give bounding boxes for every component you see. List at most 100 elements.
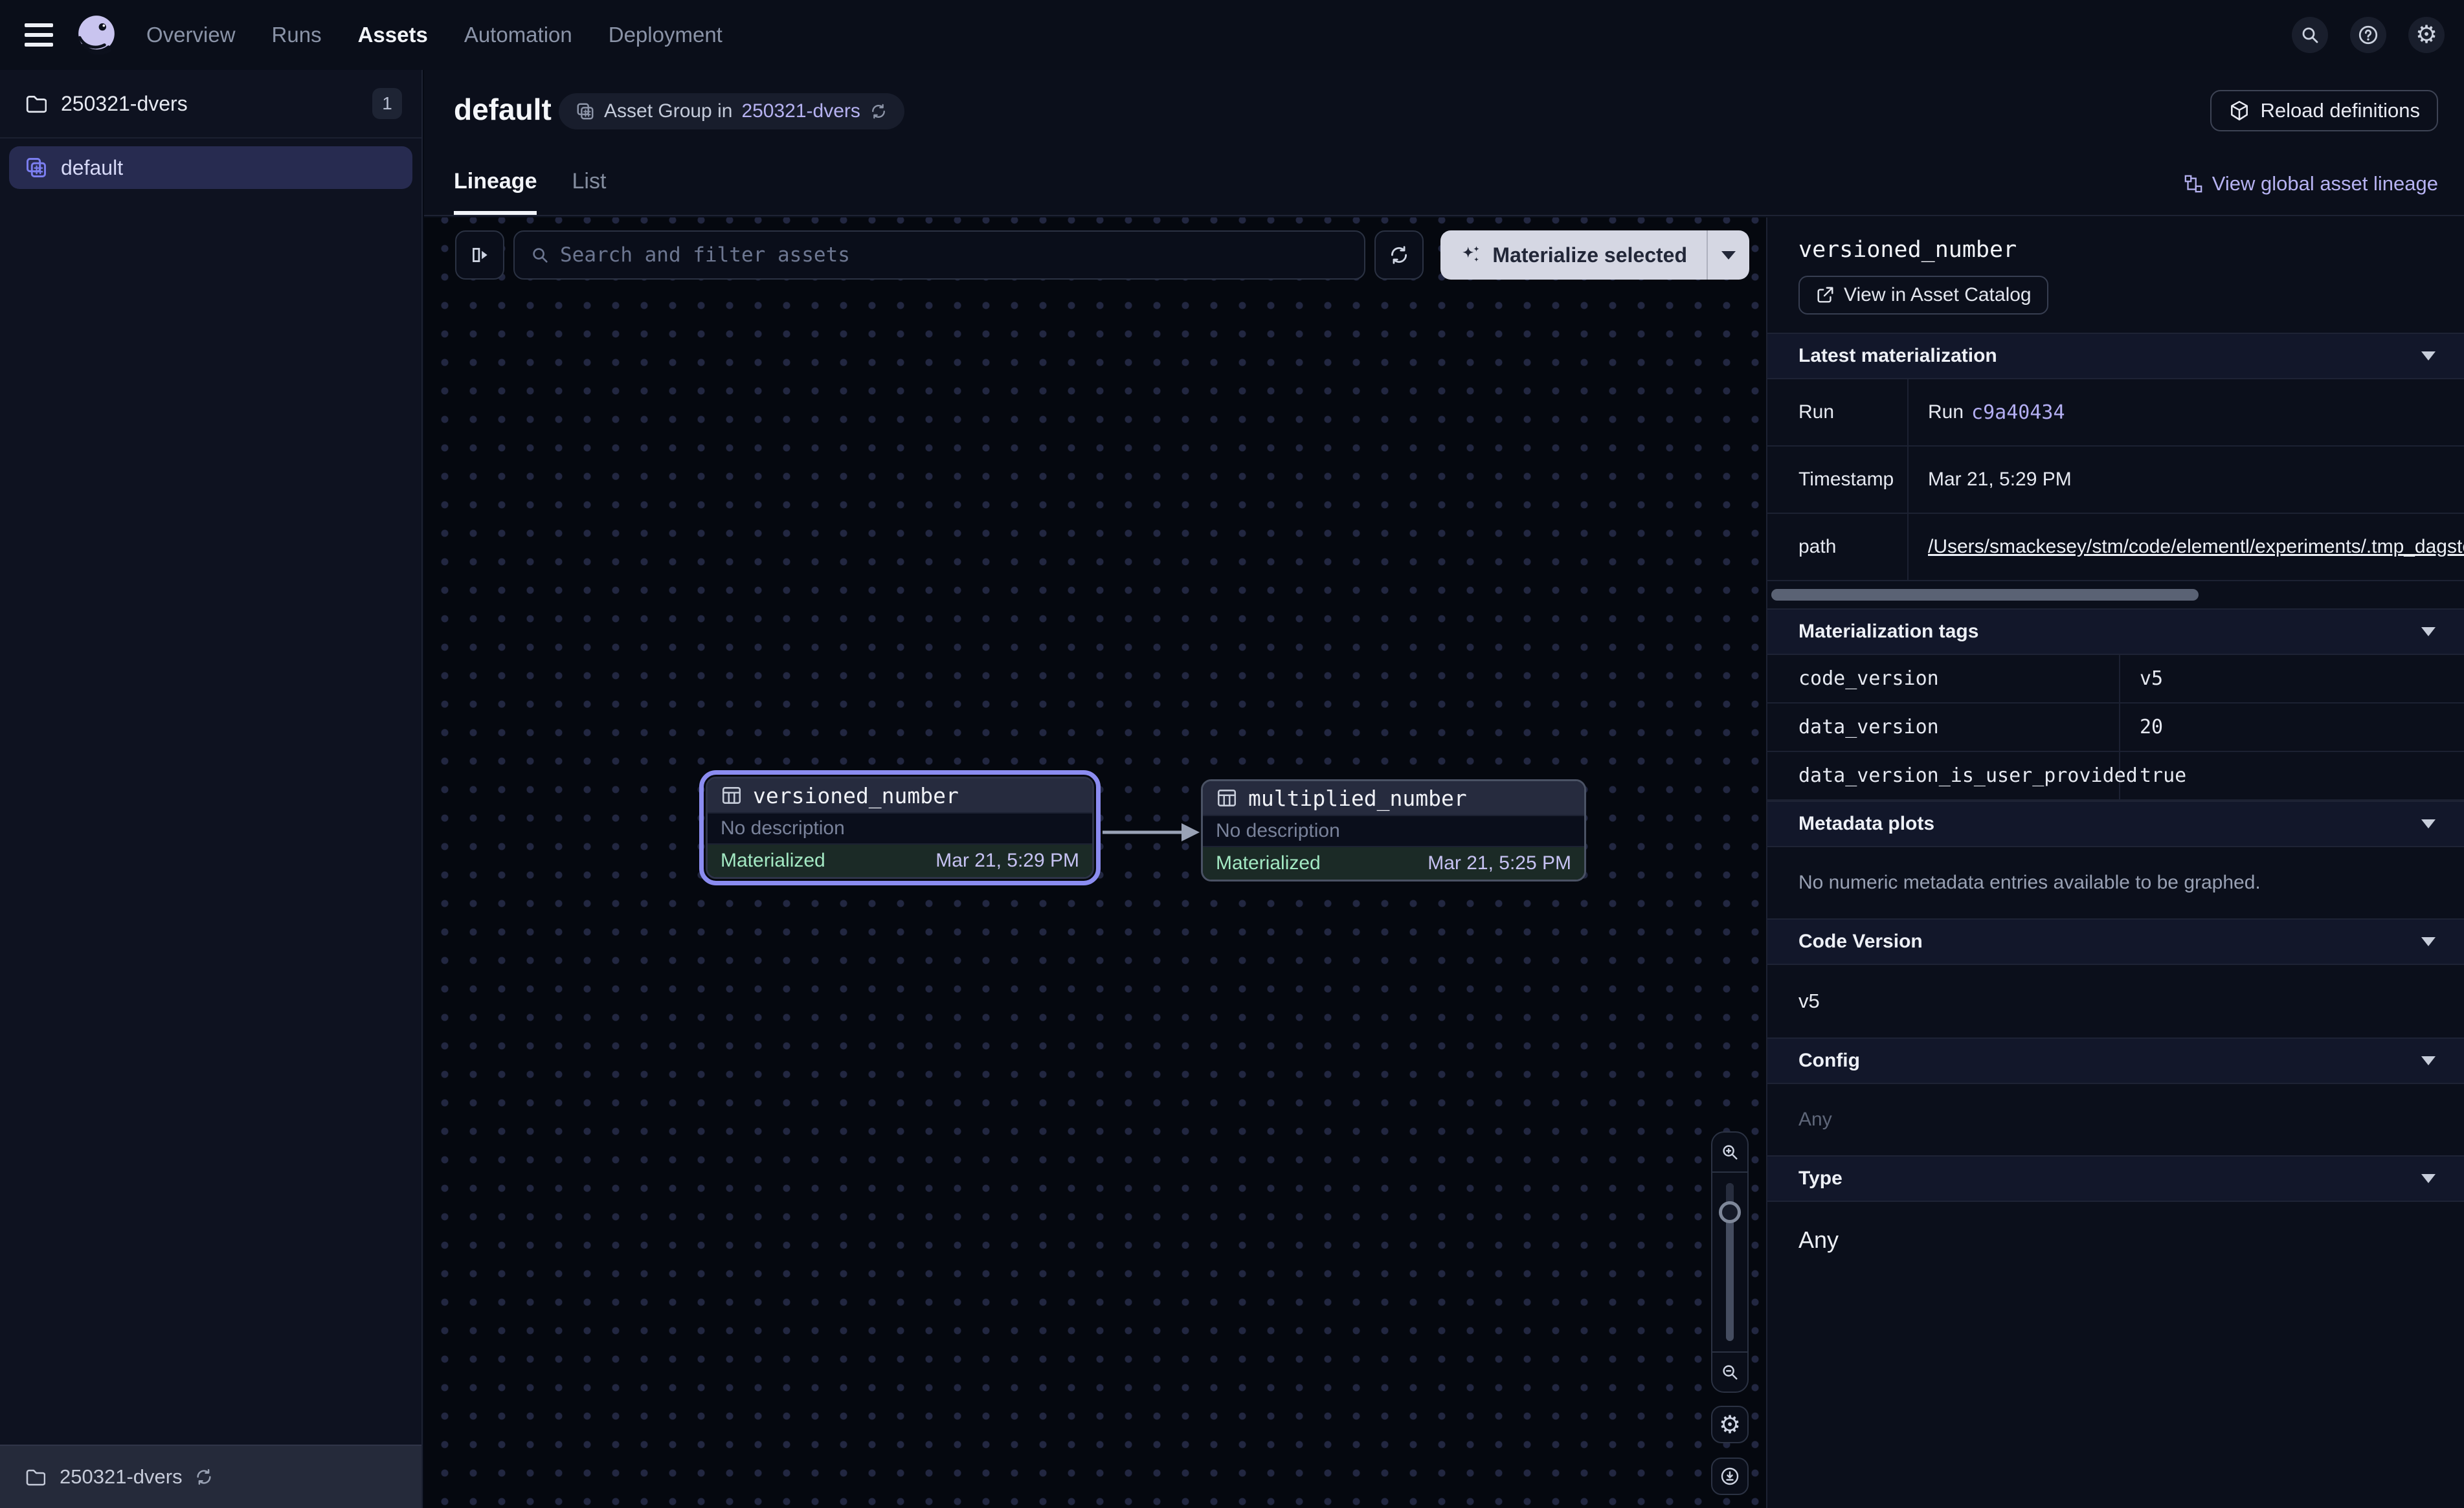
external-link-icon	[1815, 285, 1835, 305]
nav-item-overview[interactable]: Overview	[146, 23, 236, 47]
zoom-out-button[interactable]	[1712, 1353, 1747, 1392]
dagster-logo[interactable]	[75, 14, 118, 56]
asset-search-box	[513, 230, 1365, 280]
zoom-slider-thumb[interactable]	[1719, 1201, 1741, 1223]
refresh-graph-button[interactable]	[1374, 230, 1424, 280]
section-heading: Config	[1798, 1050, 1860, 1072]
page-title: default	[454, 92, 552, 127]
materialized-status: Materialized	[721, 850, 825, 872]
group-count-badge: 1	[372, 88, 402, 119]
config-value: Any	[1798, 1109, 1832, 1130]
settings-button[interactable]: ⚙	[2408, 17, 2445, 53]
section-header-type[interactable]: Type	[1767, 1155, 2464, 1202]
asset-group-badge: Asset Group in 250321-dvers	[559, 93, 904, 129]
section-heading: Code Version	[1798, 931, 1923, 953]
table-row: data_version 20	[1767, 704, 2464, 752]
section-header-code-version[interactable]: Code Version	[1767, 918, 2464, 965]
materialize-selected-button[interactable]: Materialize selected	[1440, 230, 1749, 280]
help-button[interactable]	[2350, 17, 2386, 53]
main-content: default Asset Group in 250321-dvers Relo…	[424, 70, 2464, 1508]
table-row: code_version v5	[1767, 655, 2464, 704]
code-version-value: v5	[1798, 990, 1820, 1012]
top-navigation-bar: Overview Runs Assets Automation Deployme…	[0, 0, 2464, 70]
section-heading: Metadata plots	[1798, 813, 1934, 835]
asset-detail-title: versioned_number	[1798, 237, 2464, 263]
zoom-control-panel	[1711, 1131, 1749, 1393]
asset-node-description: No description	[708, 812, 1092, 845]
run-prefix: Run	[1928, 401, 1964, 423]
nav-item-deployment[interactable]: Deployment	[609, 23, 722, 47]
view-in-asset-catalog-button[interactable]: View in Asset Catalog	[1798, 276, 2048, 315]
zoom-out-icon	[1720, 1362, 1740, 1382]
refresh-icon[interactable]	[194, 1467, 214, 1487]
tab-list[interactable]: List	[572, 169, 606, 215]
badge-repo-link[interactable]: 250321-dvers	[741, 100, 860, 122]
refresh-icon[interactable]	[869, 102, 888, 120]
section-header-materialization-tags[interactable]: Materialization tags	[1767, 608, 2464, 655]
materialized-timestamp: Mar 21, 5:25 PM	[1428, 852, 1571, 874]
sidebar-group-name: 250321-dvers	[61, 92, 372, 116]
section-heading: Type	[1798, 1168, 1842, 1190]
section-header-config[interactable]: Config	[1767, 1037, 2464, 1084]
lineage-graph-icon	[2184, 174, 2203, 194]
nav-item-runs[interactable]: Runs	[272, 23, 322, 47]
zoom-in-icon	[1720, 1142, 1740, 1162]
asset-node-multiplied-number[interactable]: multiplied_number No description Materia…	[1201, 779, 1586, 882]
search-icon	[530, 245, 550, 265]
section-header-latest-materialization[interactable]: Latest materialization	[1767, 333, 2464, 379]
toggle-sidebar-panel-button[interactable]	[455, 230, 504, 280]
cube-reload-icon	[2228, 100, 2250, 122]
view-in-asset-catalog-label: View in Asset Catalog	[1844, 284, 2032, 306]
sidebar-item-default[interactable]: default	[9, 146, 412, 189]
view-global-asset-lineage-link[interactable]: View global asset lineage	[2184, 172, 2438, 195]
chevron-down-icon	[2421, 819, 2436, 828]
sidebar-item-label: default	[61, 156, 123, 180]
section-header-metadata-plots[interactable]: Metadata plots	[1767, 801, 2464, 847]
asset-node-description: No description	[1203, 815, 1584, 847]
table-row: data_version_is_user_provided true	[1767, 752, 2464, 801]
materialized-status: Materialized	[1216, 852, 1321, 874]
run-id-link[interactable]: c9a40434	[1971, 401, 2065, 424]
sidebar-group-row[interactable]: 250321-dvers 1	[0, 70, 421, 139]
download-graph-button[interactable]	[1711, 1458, 1749, 1495]
search-icon	[2300, 25, 2320, 45]
reload-definitions-label: Reload definitions	[2261, 99, 2420, 122]
hamburger-menu-icon[interactable]	[25, 23, 53, 47]
materialized-timestamp: Mar 21, 5:29 PM	[935, 850, 1079, 872]
search-button[interactable]	[2292, 17, 2328, 53]
nav-item-assets[interactable]: Assets	[358, 23, 428, 47]
asset-search-input[interactable]	[560, 243, 1349, 267]
view-tabs: Lineage List	[454, 169, 606, 215]
tag-key: data_version	[1767, 704, 2120, 751]
asset-node-name: versioned_number	[753, 783, 959, 808]
materialize-dropdown-button[interactable]	[1707, 230, 1749, 280]
badge-text: Asset Group in	[604, 100, 732, 122]
asset-node-versioned-number[interactable]: versioned_number No description Material…	[706, 777, 1094, 879]
graph-settings-button[interactable]: ⚙	[1711, 1406, 1749, 1443]
graph-toolbar: Materialize selected	[455, 230, 1749, 280]
lineage-edge-arrow	[1101, 818, 1205, 847]
tag-value: true	[2120, 752, 2464, 799]
nav-item-automation[interactable]: Automation	[464, 23, 572, 47]
row-label: Timestamp	[1767, 447, 1909, 513]
path-link[interactable]: /Users/smackesey/stm/code/elementl/exper…	[1928, 536, 2464, 558]
chevron-down-icon	[2421, 937, 2436, 946]
metadata-plots-empty-message: No numeric metadata entries available to…	[1798, 872, 2261, 893]
section-heading: Latest materialization	[1798, 345, 1997, 367]
table-row: Timestamp Mar 21, 5:29 PM	[1767, 447, 2464, 514]
sparkles-icon	[1460, 244, 1482, 266]
lineage-graph-canvas[interactable]: Materialize selected versioned_number No…	[424, 217, 1766, 1508]
table-icon	[1216, 787, 1238, 809]
tab-lineage[interactable]: Lineage	[454, 169, 537, 215]
page-header: default Asset Group in 250321-dvers Relo…	[424, 70, 2464, 216]
zoom-in-button[interactable]	[1712, 1133, 1747, 1171]
asset-group-icon	[25, 156, 48, 179]
reload-definitions-button[interactable]: Reload definitions	[2210, 90, 2438, 131]
tag-value: 20	[2120, 704, 2464, 751]
horizontal-scrollbar-thumb[interactable]	[1771, 589, 2199, 601]
materialize-selected-label: Materialize selected	[1492, 243, 1687, 267]
timestamp-value: Mar 21, 5:29 PM	[1909, 447, 2464, 513]
zoom-slider[interactable]	[1712, 1171, 1747, 1353]
gear-icon: ⚙	[2415, 23, 2437, 47]
asset-groups-sidebar: 250321-dvers 1 default 250321-dvers	[0, 70, 423, 1508]
